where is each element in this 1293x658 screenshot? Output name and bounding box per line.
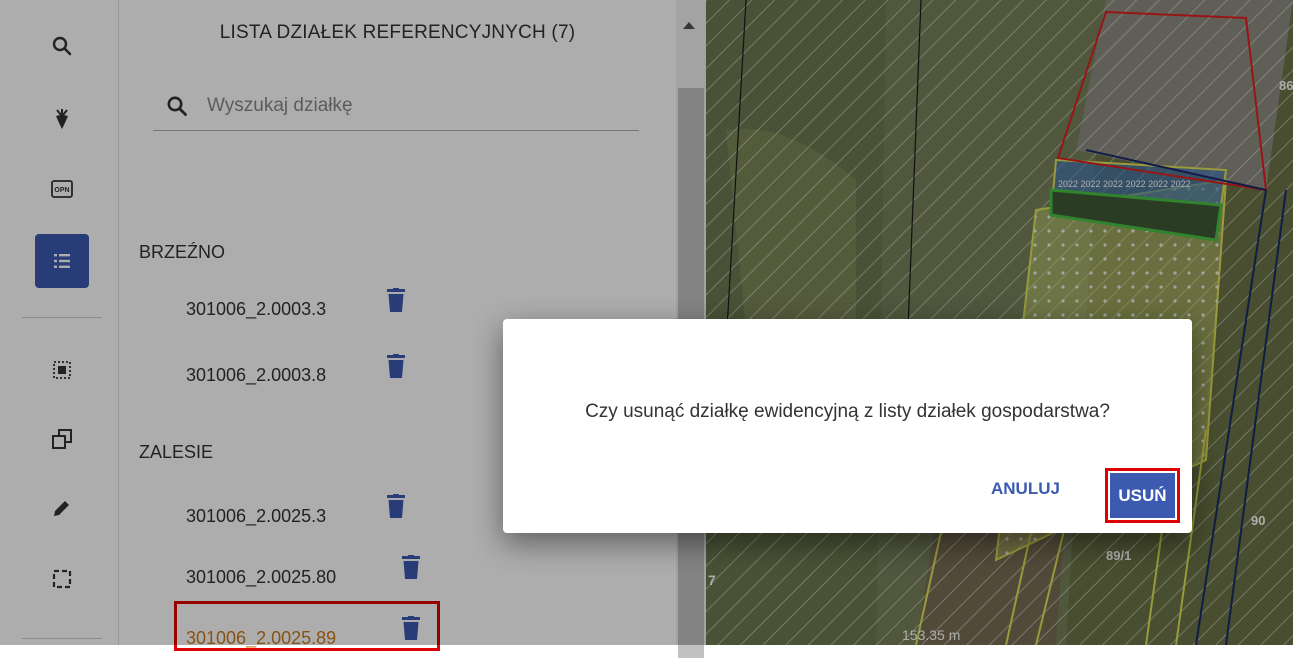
dialog-message: Czy usunąć działkę ewidencyjną z listy d… bbox=[585, 401, 1110, 422]
delete-button-highlight: USUŃ bbox=[1105, 468, 1180, 523]
confirm-delete-dialog: Czy usunąć działkę ewidencyjną z listy d… bbox=[503, 319, 1192, 533]
cancel-button[interactable]: ANULUJ bbox=[983, 475, 1068, 503]
delete-button[interactable]: USUŃ bbox=[1110, 473, 1175, 518]
